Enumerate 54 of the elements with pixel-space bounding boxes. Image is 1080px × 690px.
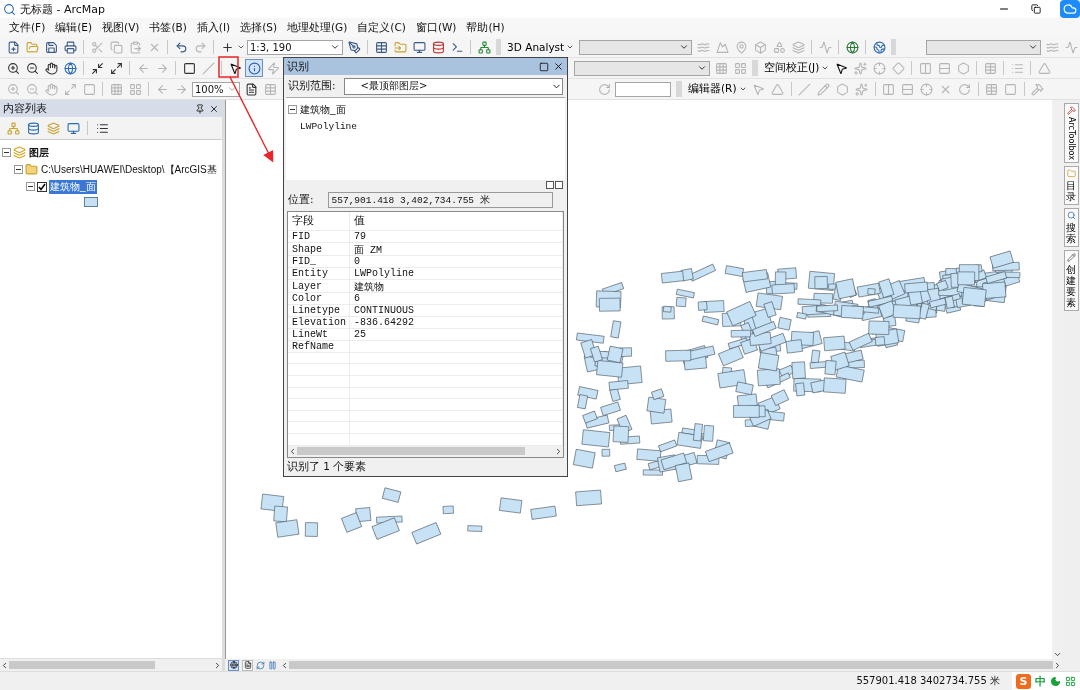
- table-cell: Shape: [288, 242, 350, 257]
- menu-item[interactable]: 视图(V): [97, 20, 145, 35]
- field-label: 位置:: [288, 193, 314, 207]
- menu-item[interactable]: 自定义(C): [352, 20, 411, 35]
- menu-item[interactable]: 编辑(E): [50, 20, 98, 35]
- table-cell: RefName: [288, 340, 350, 352]
- scope-dropdown[interactable]: <最顶部图层>: [343, 77, 563, 95]
- tree-item[interactable]: 图层: [28, 145, 50, 160]
- spatial-adjustment-menu[interactable]: 空间校正(J): [761, 61, 833, 75]
- scale-dropdown[interactable]: 1:3, 190: [247, 39, 343, 55]
- menu-item[interactable]: 文件(F): [4, 20, 51, 35]
- panel-title: 内容列表: [3, 101, 47, 116]
- menu-item[interactable]: 窗口(W): [410, 20, 462, 35]
- table-cell: 79: [350, 230, 563, 242]
- column-header: 值: [350, 212, 563, 230]
- menu-item[interactable]: 书签(B): [144, 20, 192, 35]
- zoom-dropdown[interactable]: 100%: [192, 81, 240, 97]
- table-cell: 6: [350, 292, 563, 304]
- side-tab[interactable]: 创建要素: [1063, 250, 1079, 311]
- table-cell: Layer: [288, 279, 350, 294]
- 3d-analyst-menu[interactable]: 3D Analyst: [504, 41, 578, 53]
- table-cell: CONTINUOUS: [350, 304, 563, 316]
- field-label: 识别范围:: [288, 79, 336, 93]
- table-cell: LWPolyline: [350, 267, 563, 279]
- table-cell: Color: [288, 292, 350, 304]
- menu-item[interactable]: 插入(I): [191, 20, 236, 35]
- table-cell: 0: [350, 255, 563, 267]
- table-cell: -836.64292: [350, 316, 563, 328]
- tree-item[interactable]: 建筑物_面: [49, 179, 97, 194]
- table-cell: Entity: [288, 267, 350, 279]
- table-cell: 25: [350, 328, 563, 340]
- status-text: 识别了 1 个要素: [287, 460, 367, 474]
- menu-item[interactable]: 选择(S): [235, 20, 282, 35]
- table-cell: Linetype: [288, 304, 350, 316]
- identify-title: 识别: [287, 59, 309, 74]
- column-header: 字段: [288, 212, 350, 230]
- side-tab[interactable]: ArcToolbox: [1063, 103, 1079, 163]
- table-cell: Elevation: [288, 316, 350, 328]
- coordinates-readout: 557901.418 3402734.755 米: [856, 674, 1000, 688]
- table-cell: 面 ZM: [350, 242, 563, 257]
- table-cell: FID: [288, 230, 350, 242]
- side-tab[interactable]: 搜索: [1063, 208, 1079, 247]
- tree-item[interactable]: C:\Users\HUAWEI\Desktop\【ArcGIS基: [40, 162, 218, 177]
- tree-item[interactable]: 建筑物_面: [299, 102, 347, 117]
- table-cell: FID_: [288, 255, 350, 267]
- tree-item[interactable]: LWPolyline: [300, 121, 357, 132]
- menu-item[interactable]: 帮助(H): [461, 20, 510, 35]
- side-tab[interactable]: 目录: [1063, 166, 1079, 205]
- location-field[interactable]: 557,901.418 3,402,734.755 米: [327, 192, 553, 208]
- window-title: 无标题 - ArcMap: [20, 1, 107, 17]
- table-cell: LineWt: [288, 328, 350, 340]
- menu-item[interactable]: 地理处理(G): [282, 20, 353, 35]
- editor-menu[interactable]: 编辑器(R): [685, 82, 750, 96]
- table-cell: 建筑物: [350, 279, 563, 294]
